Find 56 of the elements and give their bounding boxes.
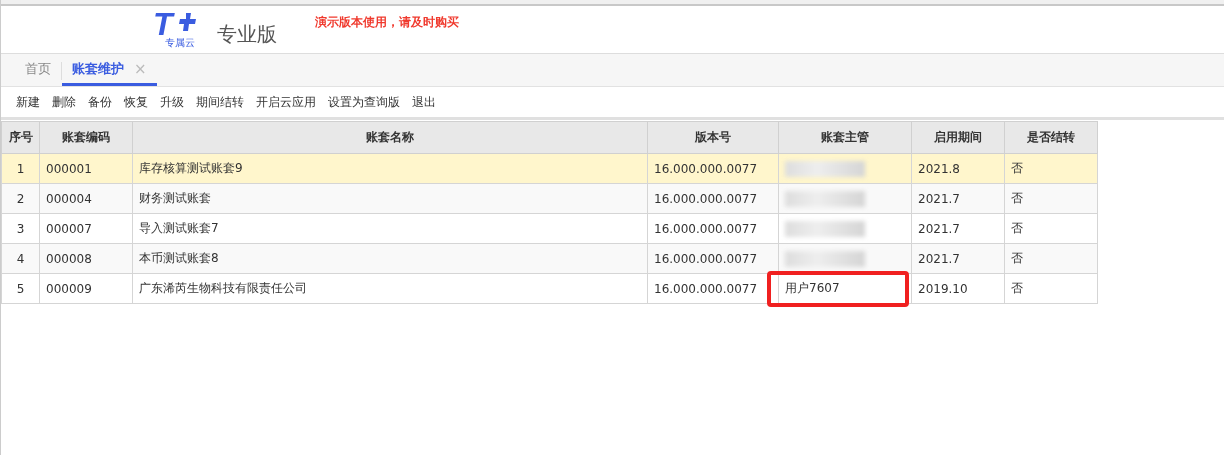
column-header[interactable]: 账套主管 [778,121,912,154]
table-cell: 否 [1011,281,1023,295]
toolbar-button[interactable]: 设置为查询版 [322,93,406,111]
table-cell: 2019.10 [918,281,968,296]
column-header[interactable]: 版本号 [647,121,779,154]
logo-subtitle: 专属云 [165,36,195,50]
toolbar-button[interactable]: 新建 [10,93,46,111]
table-cell: 否 [1011,251,1023,265]
table-cell: 2021.7 [918,191,960,206]
toolbar-button[interactable]: 升级 [154,93,190,111]
table-cell: 3 [16,221,25,236]
table-cell: 用户7607 [785,281,840,295]
table-cell: 否 [1011,191,1023,205]
table-cell: 000001 [46,161,92,176]
table-cell: 000007 [46,221,92,236]
table-cell: 16.000.000.0077 [654,221,758,236]
table-cell: 16.000.000.0077 [654,281,758,296]
column-header[interactable]: 序号 [1,121,40,154]
table-cell: 16.000.000.0077 [654,161,758,176]
tab-label: 账套维护 [72,59,124,78]
column-header[interactable]: 账套名称 [132,121,648,154]
table-cell: 5 [16,281,25,296]
column-header[interactable]: 是否结转 [1004,121,1098,154]
tab[interactable]: 账套维护 × [62,54,157,86]
column-header[interactable]: 账套编码 [39,121,133,154]
table-cell: 否 [1011,221,1023,235]
table-cell: 2 [16,191,25,206]
table-cell: 财务测试账套 [139,191,211,205]
table-cell: 16.000.000.0077 [654,251,758,266]
table-cell: 000009 [46,281,92,296]
table-cell: 否 [1011,161,1023,175]
plus-icon [179,13,197,31]
trial-notice: 演示版本使用，请及时购买 [315,14,459,31]
toolbar-button[interactable]: 期间结转 [190,93,250,111]
table-cell: 2021.7 [918,251,960,266]
table-cell: 导入测试账套7 [139,221,219,235]
table-cell: 本币测试账套8 [139,251,219,265]
table-cell: 1 [16,161,25,176]
table-cell: 2021.8 [918,161,960,176]
toolbar-button[interactable]: 恢复 [118,93,154,111]
logo-letter: T [153,11,173,37]
table-cell: 000004 [46,191,92,206]
toolbar-button[interactable]: 退出 [406,93,442,111]
table-cell: 2021.7 [918,221,960,236]
column-header[interactable]: 启用期间 [911,121,1005,154]
product-name: 专业版 [217,20,277,48]
table-cell: 广东浠芮生物科技有限责任公司 [139,281,307,295]
table-cell: 16.000.000.0077 [654,191,758,206]
toolbar-button[interactable]: 开启云应用 [250,93,322,111]
table-cell: 4 [16,251,25,266]
toolbar-button[interactable]: 备份 [82,93,118,111]
tab[interactable]: 首页 [15,54,61,86]
toolbar-button[interactable]: 删除 [46,93,82,111]
table-cell: 000008 [46,251,92,266]
tab-label: 首页 [25,59,51,78]
table-cell: 库存核算测试账套9 [139,161,243,175]
